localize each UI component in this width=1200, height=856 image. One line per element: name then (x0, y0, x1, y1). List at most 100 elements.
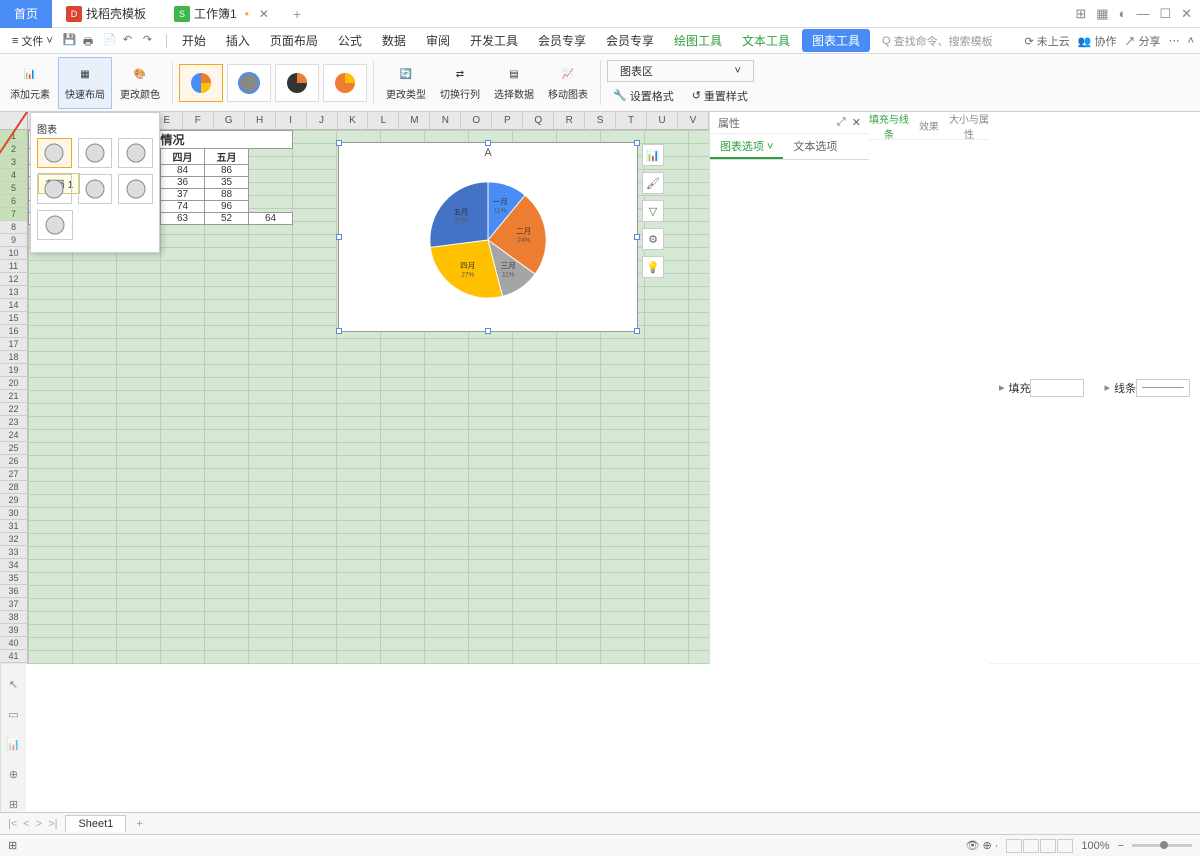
zoom-slider[interactable] (1132, 844, 1192, 847)
sheet-tab-1[interactable]: Sheet1 (65, 815, 126, 832)
view-mode-buttons[interactable] (1006, 839, 1073, 853)
chart-styles (179, 64, 367, 102)
style-4[interactable] (323, 64, 367, 102)
tab-start[interactable]: 开始 (174, 29, 214, 52)
redo-icon[interactable]: ↷ (143, 33, 159, 49)
min-button[interactable]: — (1136, 6, 1149, 21)
rail-settings-icon[interactable]: ⊞ (6, 796, 22, 812)
subtab-fill-line[interactable]: 填充与线条 (869, 111, 909, 141)
line-section[interactable]: ▸线条 (1094, 112, 1200, 664)
save-icon[interactable]: 💾 (63, 33, 79, 49)
tab-data[interactable]: 数据 (374, 29, 414, 52)
sheet-nav[interactable]: |<<>>| (6, 818, 59, 830)
rail-style-icon[interactable]: ▭ (6, 706, 22, 722)
chart-filter-button[interactable]: ▽ (642, 200, 664, 222)
add-element-button[interactable]: 📊添加元素 (4, 57, 56, 109)
layout-option-5[interactable] (78, 174, 113, 204)
reset-style-button[interactable]: ↺ 重置样式 (686, 86, 754, 106)
layout-option-1[interactable]: 布局 1 (37, 138, 72, 168)
grid-icon[interactable]: ▦ (1096, 6, 1108, 22)
zoom-level[interactable]: 100% (1081, 840, 1109, 852)
svg-text:11%: 11% (494, 208, 507, 215)
style-1[interactable] (179, 64, 223, 102)
add-tab-button[interactable]: + (283, 6, 311, 22)
quick-layout-button[interactable]: ▦快速布局 (58, 57, 112, 109)
zoom-out-button[interactable]: − (1118, 840, 1124, 852)
status-mode-icon[interactable]: ⊞ (8, 839, 17, 852)
tab-layout[interactable]: 页面布局 (262, 29, 326, 52)
tab-chart-tools[interactable]: 图表工具 (802, 29, 870, 52)
chart-idea-button[interactable]: 💡 (642, 256, 664, 278)
svg-text:27%: 27% (454, 218, 467, 225)
user-icon[interactable]: ◐ (1119, 6, 1127, 21)
chart-settings-button[interactable]: ⚙ (642, 228, 664, 250)
chart-title[interactable]: A (339, 147, 637, 159)
share-button[interactable]: ↗ 分享 (1125, 33, 1161, 49)
props-tab-text[interactable]: 文本选项 (783, 134, 847, 159)
svg-text:一月: 一月 (493, 197, 508, 206)
subtab-size[interactable]: 大小与属性 (949, 111, 989, 141)
add-sheet-button[interactable]: + (132, 818, 146, 830)
collapse-ribbon-icon[interactable]: ˄ (1188, 35, 1194, 47)
file-menu[interactable]: ≡ 文件 ˅ (6, 31, 59, 51)
layout-option-4[interactable] (37, 174, 72, 204)
layout-option-7[interactable] (37, 210, 73, 240)
style-3[interactable] (275, 64, 319, 102)
eye-icon[interactable]: 👁 ⊕ · (965, 839, 998, 852)
tab-review[interactable]: 审阅 (418, 29, 458, 52)
select-data-button[interactable]: ▤选择数据 (488, 57, 540, 109)
props-tab-chart[interactable]: 图表选项 ˅ (710, 134, 783, 159)
select-all-corner[interactable] (0, 112, 28, 130)
row-headers[interactable]: 1234567891011121314151617181920212223242… (0, 130, 28, 664)
print-icon[interactable]: 🖶 (83, 33, 99, 49)
subtab-effect[interactable]: 效果 (909, 118, 949, 133)
layout-option-3[interactable] (118, 138, 153, 168)
change-type-button[interactable]: 🔄更改类型 (380, 57, 432, 109)
line-picker[interactable] (1136, 379, 1190, 397)
move-chart-button[interactable]: 📈移动图表 (542, 57, 594, 109)
close-button[interactable]: ✕ (1181, 6, 1192, 22)
max-button[interactable]: ☐ (1159, 6, 1171, 22)
set-format-button[interactable]: 🔧 设置格式 (607, 86, 680, 106)
fill-picker[interactable] (1030, 379, 1084, 397)
sheets-icon: S (174, 6, 190, 22)
search-command[interactable]: Q查找命令、搜索模板 (882, 33, 993, 49)
style-2[interactable] (227, 64, 271, 102)
cloud-status[interactable]: ⟳ 未上云 (1024, 33, 1069, 49)
layout-icon[interactable]: ⊞ (1075, 6, 1086, 22)
side-rail: ↖ ▭ 📊 ⊕ ⊞ (0, 664, 26, 812)
props-close-icon[interactable]: ✕ (852, 116, 861, 129)
palette-icon: 🎨 (130, 64, 150, 84)
tab-dev[interactable]: 会员专享 (530, 29, 594, 52)
chart-area-select[interactable]: 图表区˅ (607, 60, 754, 82)
tab-template[interactable]: D找稻壳模板 (52, 0, 160, 28)
layout-option-2[interactable] (78, 138, 113, 168)
preview-icon[interactable]: 📄 (103, 33, 119, 49)
quick-layout-icon: ▦ (75, 64, 95, 84)
rail-chart-icon[interactable]: 📊 (6, 736, 22, 752)
chart-style-button[interactable]: 📊 (642, 144, 664, 166)
change-color-button[interactable]: 🎨更改颜色 (114, 57, 166, 109)
rail-backup-icon[interactable]: ⊕ (6, 766, 22, 782)
chart-format-button[interactable]: 🖌 (642, 172, 664, 194)
close-tab-icon[interactable]: ✕ (259, 7, 269, 21)
tab-workbook[interactable]: S工作簿1•✕ (160, 0, 283, 28)
switch-rc-button[interactable]: ⇄切换行列 (434, 57, 486, 109)
props-pin-icon[interactable]: ⤢ (837, 116, 846, 129)
rail-select-icon[interactable]: ↖ (6, 676, 22, 692)
undo-icon[interactable]: ↶ (123, 33, 139, 49)
tab-draw-tools[interactable]: 绘图工具 (666, 29, 730, 52)
fill-section[interactable]: ▸填充 (989, 112, 1095, 664)
tab-formula[interactable]: 公式 (330, 29, 370, 52)
layout-option-6[interactable] (118, 174, 153, 204)
tab-home[interactable]: 首页 (0, 0, 52, 28)
pie-chart-object[interactable]: A 一月11%二月24%三月11%四月27%五月27% (338, 142, 638, 332)
more-icon[interactable]: ⋯ (1169, 34, 1180, 47)
tab-insert[interactable]: 插入 (218, 29, 258, 52)
tab-text-tools[interactable]: 文本工具 (734, 29, 798, 52)
coop-button[interactable]: 👥 协作 (1078, 33, 1117, 49)
change-type-icon: 🔄 (396, 64, 416, 84)
tab-view[interactable]: 开发工具 (462, 29, 526, 52)
tab-member[interactable]: 会员专享 (598, 29, 662, 52)
svg-text:四月: 四月 (460, 261, 475, 270)
